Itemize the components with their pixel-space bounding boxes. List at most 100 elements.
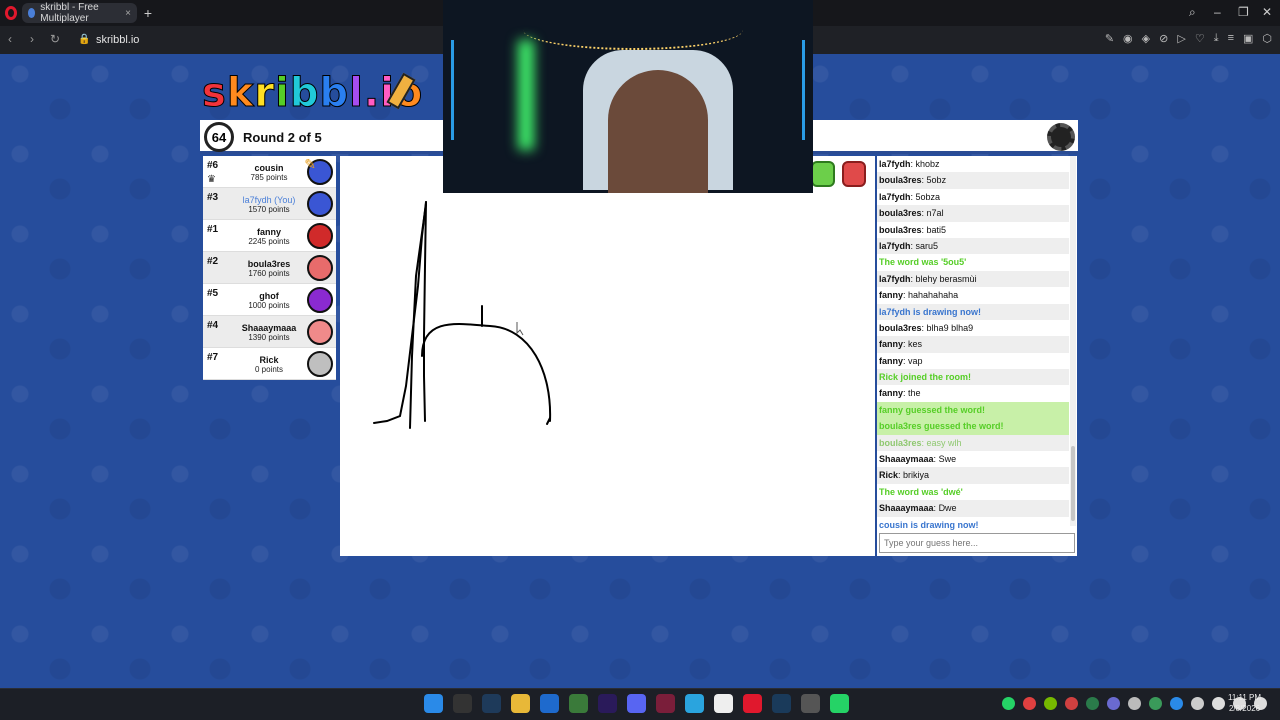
player-row[interactable]: #7 Rick 0 points bbox=[203, 348, 336, 380]
browser-tab[interactable]: skribbl - Free Multiplayer × bbox=[22, 2, 137, 24]
chat-message: Rick joined the room! bbox=[877, 369, 1069, 386]
player-rank: #2 bbox=[207, 256, 219, 267]
edit-icon[interactable]: ✎ bbox=[1105, 32, 1114, 45]
chat-message: Shaaaymaaa: Swe bbox=[879, 454, 957, 465]
profile-icon[interactable]: ▣ bbox=[1243, 32, 1253, 45]
gear-tray-icon[interactable] bbox=[1128, 697, 1141, 710]
telegram-icon[interactable] bbox=[685, 694, 704, 713]
player-points: 1570 points bbox=[248, 205, 290, 214]
microphone-icon[interactable] bbox=[1191, 697, 1204, 710]
thumbs-up-icon[interactable] bbox=[811, 161, 835, 187]
chat-message: boula3res: blha9 blha9 bbox=[879, 322, 974, 333]
chat-author: Rick bbox=[879, 470, 899, 481]
thumbs-down-icon[interactable] bbox=[842, 161, 866, 187]
player-name: fanny bbox=[256, 227, 281, 237]
whatsapp-tray-icon[interactable] bbox=[1002, 697, 1015, 710]
chat-text: brikiya bbox=[903, 470, 930, 481]
clock-time: 11:11 PM bbox=[1228, 693, 1262, 702]
chat-text: boula3res guessed the word! bbox=[879, 421, 1004, 432]
guess-input[interactable] bbox=[879, 533, 1075, 553]
shield-icon[interactable]: ◈ bbox=[1142, 32, 1150, 45]
whatsapp-icon[interactable] bbox=[830, 694, 849, 713]
forward-icon[interactable]: › bbox=[30, 32, 34, 46]
windows-start-icon[interactable] bbox=[424, 694, 443, 713]
drawing-canvas[interactable] bbox=[340, 156, 875, 556]
heart-icon[interactable]: ♡ bbox=[1195, 32, 1205, 45]
player-avatar bbox=[307, 319, 333, 345]
tray-icon[interactable] bbox=[1086, 697, 1099, 710]
premiere-icon[interactable] bbox=[598, 694, 617, 713]
settings-app-icon[interactable] bbox=[801, 694, 820, 713]
clock-date: 2/8/2026 bbox=[1228, 704, 1261, 713]
close-window-icon[interactable]: ✕ bbox=[1262, 5, 1272, 19]
chat-message: The word was 'dwé' bbox=[877, 484, 1069, 500]
tray-icon[interactable] bbox=[1107, 697, 1120, 710]
chat-panel: la7fydh: khobz boula3res: 5obz la7fydh: 5o… bbox=[877, 156, 1077, 556]
skribbl-logo: skribbl.io bbox=[202, 70, 424, 117]
search-icon[interactable]: ⌕ bbox=[1189, 5, 1196, 20]
timer-value: 64 bbox=[211, 129, 227, 145]
player-avatar bbox=[307, 351, 333, 377]
close-tab-icon[interactable]: × bbox=[125, 8, 131, 19]
chat-author: boula3res bbox=[879, 322, 922, 333]
chat-scrollbar-thumb[interactable] bbox=[1071, 446, 1075, 521]
download-icon[interactable]: ⤓ bbox=[1214, 32, 1219, 45]
chat-text: cousin is drawing now! bbox=[879, 519, 979, 530]
reload-icon[interactable]: ↻ bbox=[50, 32, 60, 46]
menu-icon[interactable]: ≡ bbox=[1228, 32, 1234, 45]
epic-games-icon[interactable] bbox=[453, 694, 472, 713]
editor-icon[interactable] bbox=[540, 694, 559, 713]
chat-text: Rick joined the room! bbox=[879, 372, 972, 383]
opera-icon[interactable] bbox=[743, 694, 762, 713]
camera-icon[interactable]: ◉ bbox=[1123, 32, 1133, 45]
network-icon[interactable] bbox=[1212, 697, 1225, 710]
opera-logo-icon[interactable] bbox=[5, 6, 17, 20]
chat-message: boula3res: 5obz bbox=[877, 172, 1069, 189]
tray-icon[interactable] bbox=[1149, 697, 1162, 710]
player-row[interactable]: #6 cousin 785 points ♛ ✎ bbox=[203, 156, 336, 188]
settings-icon[interactable]: ⬡ bbox=[1262, 32, 1272, 45]
gear-icon[interactable] bbox=[1047, 123, 1075, 151]
adblock-icon[interactable]: ⊘ bbox=[1159, 32, 1168, 45]
chat-text: 5obz bbox=[926, 175, 947, 186]
player-row[interactable]: #4 Shaaaymaaa 1390 points bbox=[203, 316, 336, 348]
maximize-icon[interactable]: ❐ bbox=[1238, 5, 1249, 19]
chat-author: boula3res bbox=[879, 437, 922, 448]
player-row[interactable]: #1 fanny 2245 points bbox=[203, 220, 336, 252]
security-tray-icon[interactable] bbox=[1170, 697, 1183, 710]
chat-message: boula3res guessed the word! bbox=[877, 418, 1069, 435]
nvidia-tray-icon[interactable] bbox=[1044, 697, 1057, 710]
minimize-icon[interactable]: – bbox=[1214, 5, 1221, 19]
url-field[interactable]: skribbl.io bbox=[96, 34, 139, 46]
record-tray-icon[interactable] bbox=[1023, 697, 1036, 710]
obs-icon[interactable] bbox=[714, 694, 733, 713]
taskbar-apps bbox=[424, 694, 849, 713]
player-row[interactable]: #2 boula3res 1760 points bbox=[203, 252, 336, 284]
player-row[interactable]: #3 la7fydh (You) 1570 points bbox=[203, 188, 336, 220]
chat-author: la7fydh bbox=[879, 191, 911, 202]
discord-icon[interactable] bbox=[627, 694, 646, 713]
chat-text: 5obza bbox=[915, 191, 941, 202]
chat-message: la7fydh: 5obza bbox=[879, 191, 941, 202]
player-name: Shaaaymaaa bbox=[241, 323, 297, 333]
player-rank: #5 bbox=[207, 288, 219, 299]
lock-icon: 🔒 bbox=[78, 34, 91, 45]
player-name: cousin bbox=[254, 163, 284, 173]
play-icon[interactable]: ▷ bbox=[1177, 32, 1185, 45]
player-points: 0 points bbox=[254, 365, 284, 374]
app-icon[interactable] bbox=[482, 694, 501, 713]
player-row[interactable]: #5 ghof 1000 points bbox=[203, 284, 336, 316]
file-explorer-icon[interactable] bbox=[511, 694, 530, 713]
chat-text: Swe bbox=[938, 454, 957, 465]
steam-icon[interactable] bbox=[772, 694, 791, 713]
back-icon[interactable]: ‹ bbox=[8, 32, 12, 46]
tray-icon[interactable] bbox=[1065, 697, 1078, 710]
new-tab-icon[interactable]: + bbox=[140, 5, 156, 21]
chat-message: la7fydh is drawing now! bbox=[877, 303, 1069, 320]
vegas-icon[interactable] bbox=[656, 694, 675, 713]
xbox-icon[interactable] bbox=[569, 694, 588, 713]
system-clock[interactable]: 11:11 PM 2/8/2026 bbox=[1228, 692, 1261, 714]
player-name: Rick bbox=[259, 355, 279, 365]
chat-author: fanny bbox=[879, 355, 904, 366]
player-avatar bbox=[307, 287, 333, 313]
